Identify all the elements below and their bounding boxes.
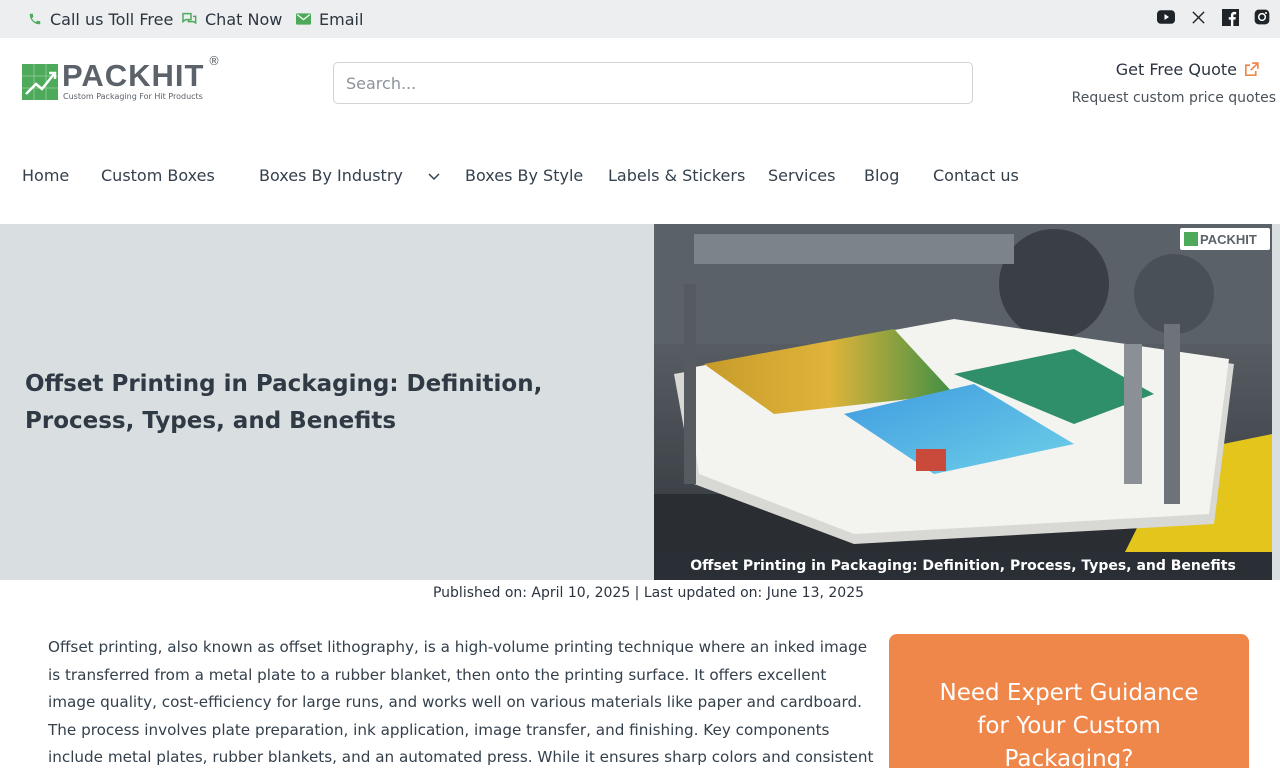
image-watermark-logo: PACKHIT: [1180, 228, 1270, 250]
nav-custom-boxes[interactable]: Custom Boxes: [101, 166, 215, 188]
external-link-icon: [1244, 61, 1259, 76]
chat-label: Chat Now: [205, 9, 283, 29]
email-label: Email: [319, 9, 364, 29]
page-title: Offset Printing in Packaging: Definition…: [25, 371, 543, 434]
cta-title: Need Expert Guidance for Your Custom Pac…: [939, 680, 1199, 768]
cta-card[interactable]: Need Expert Guidance for Your Custom Pac…: [889, 634, 1249, 768]
logo-wordmark: PACKHIT: [62, 58, 205, 93]
phone-icon: [29, 13, 41, 25]
chevron-down-icon: [428, 172, 440, 180]
youtube-icon[interactable]: [1157, 8, 1175, 26]
quote-label: Get Free Quote: [1115, 59, 1237, 79]
nav-boxes-by-industry[interactable]: Boxes By Industry: [259, 166, 440, 188]
call-link[interactable]: Call us Toll Free: [28, 0, 173, 38]
search-input[interactable]: [333, 62, 973, 104]
chat-link[interactable]: Chat Now: [181, 0, 282, 38]
nav-boxes-by-industry-label: Boxes By Industry: [259, 166, 403, 185]
image-logo-mark-icon: [1184, 232, 1198, 246]
chat-icon: [182, 12, 197, 25]
site-logo[interactable]: PACKHIT ® Custom Packaging For Hit Produ…: [22, 54, 222, 106]
nav-blog[interactable]: Blog: [864, 166, 899, 188]
logo-registered: ®: [208, 54, 220, 68]
logo-mark-icon: [22, 64, 58, 100]
top-bar: Call us Toll Free Chat Now Email: [0, 0, 1280, 38]
get-free-quote-link[interactable]: Get Free Quote: [1060, 58, 1260, 80]
nav-contact-us[interactable]: Contact us: [933, 166, 1019, 188]
quote-subtitle: Request custom price quotes: [1071, 90, 1276, 106]
logo-tagline: Custom Packaging For Hit Products: [63, 92, 203, 101]
call-label: Call us Toll Free: [50, 9, 174, 29]
nav-boxes-by-style[interactable]: Boxes By Style: [465, 166, 583, 188]
facebook-icon[interactable]: [1221, 8, 1239, 26]
image-caption: Offset Printing in Packaging: Definition…: [654, 552, 1272, 580]
nav-labels-stickers[interactable]: Labels & Stickers: [608, 166, 745, 188]
email-link[interactable]: Email: [296, 0, 363, 38]
publish-dates: Published on: April 10, 2025 | Last upda…: [432, 585, 865, 601]
image-logo-word: PACKHIT: [1200, 231, 1257, 247]
article-intro: Offset printing, also known as offset li…: [48, 638, 874, 766]
hero-image: PACKHIT Offset Printing in Packaging: De…: [654, 224, 1272, 580]
x-icon[interactable]: [1189, 8, 1207, 26]
mail-icon: [296, 13, 311, 25]
nav-home[interactable]: Home: [22, 166, 69, 188]
instagram-icon[interactable]: [1253, 8, 1271, 26]
nav-services[interactable]: Services: [768, 166, 835, 188]
